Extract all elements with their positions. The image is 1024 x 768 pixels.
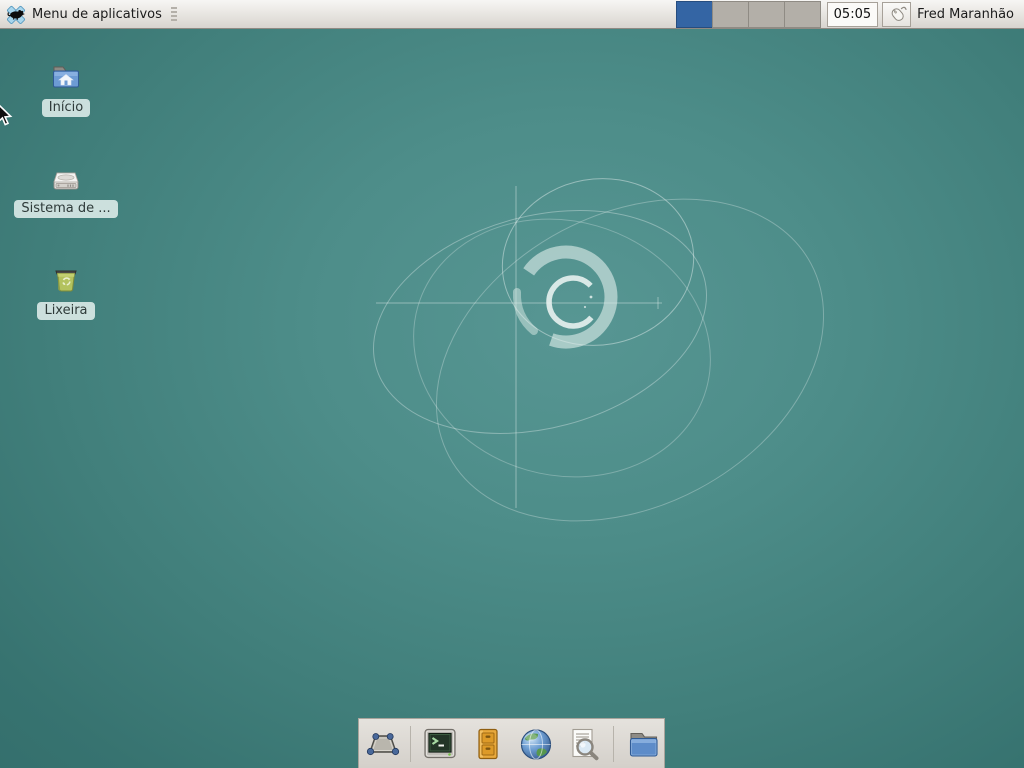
dock-item-web-browser[interactable] — [515, 723, 557, 765]
xfce-mouse-logo-icon — [5, 2, 27, 26]
top-panel: Menu de aplicativos 05:05 Fred Maranhã — [0, 0, 1024, 29]
dock-item-file-manager[interactable] — [622, 723, 664, 765]
mouse-device-icon — [886, 3, 908, 25]
debian-swirl-logo — [504, 235, 629, 360]
clock-time: 05:05 — [834, 7, 871, 22]
debian-wallpaper-art — [0, 0, 1024, 768]
desktop-icon-filesystem[interactable]: Sistema de ... — [11, 161, 121, 218]
dock-separator — [613, 726, 614, 762]
user-name-label[interactable]: Fred Maranhão — [917, 7, 1014, 22]
desktop-icon-home[interactable]: Início — [11, 60, 121, 117]
terminal-icon — [421, 725, 459, 763]
applications-menu-label: Menu de aplicativos — [32, 7, 162, 22]
applications-menu-button[interactable]: Menu de aplicativos — [0, 0, 168, 28]
tray-button[interactable] — [882, 2, 911, 27]
desktop-icon-label: Sistema de ... — [14, 200, 117, 218]
workspace-2[interactable] — [712, 1, 749, 28]
filesystem-drive-icon — [49, 161, 83, 195]
file-cabinet-icon — [469, 725, 507, 763]
trash-icon — [49, 263, 83, 297]
folder-icon — [624, 725, 662, 763]
workspace-1[interactable] — [676, 1, 713, 28]
dock-separator — [410, 726, 411, 762]
show-desktop-icon — [362, 725, 400, 763]
home-folder-icon — [49, 60, 83, 94]
dock-item-file-cabinet[interactable] — [467, 723, 509, 765]
desktop-icon-label: Lixeira — [37, 302, 94, 320]
clock[interactable]: 05:05 — [827, 2, 878, 27]
dock-item-terminal[interactable] — [419, 723, 461, 765]
dock-item-application-finder[interactable] — [563, 723, 605, 765]
workspace-switcher — [677, 1, 821, 28]
desktop-icon-trash[interactable]: Lixeira — [11, 263, 121, 320]
dock-item-show-desktop[interactable] — [360, 723, 402, 765]
workspace-3[interactable] — [748, 1, 785, 28]
document-search-icon — [565, 725, 603, 763]
bottom-dock-panel — [358, 718, 665, 768]
globe-icon — [517, 725, 555, 763]
desktop-surface[interactable]: Menu de aplicativos 05:05 Fred Maranhã — [0, 0, 1024, 768]
panel-grip-handle[interactable] — [171, 7, 177, 22]
desktop-icon-label: Início — [42, 99, 90, 117]
workspace-4[interactable] — [784, 1, 821, 28]
